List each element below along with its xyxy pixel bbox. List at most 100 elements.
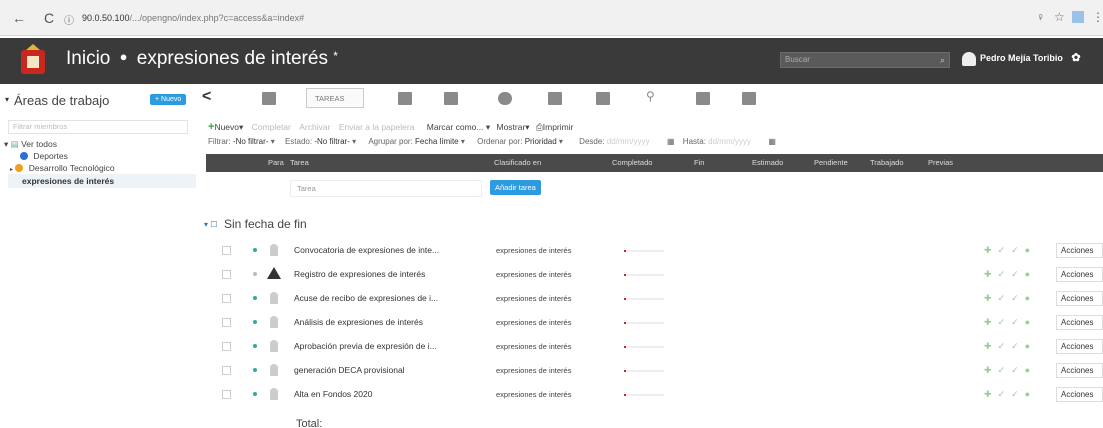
row-quick-actions-icon[interactable]: ✚✓✓● — [984, 245, 1036, 256]
time-tab-icon[interactable] — [498, 92, 512, 105]
group-by-select[interactable]: Fecha límite — [415, 137, 459, 146]
task-name[interactable]: generación DECA provisional — [294, 365, 486, 375]
row-checkbox[interactable] — [222, 294, 231, 303]
new-workspace-button[interactable]: + Nuevo — [150, 94, 187, 105]
row-checkbox[interactable] — [222, 318, 231, 327]
table-row[interactable]: Análisis de expresiones de interés expre… — [206, 312, 1103, 336]
search-input[interactable]: Buscar ⌕ — [780, 52, 950, 68]
column-header[interactable]: Tarea — [290, 158, 309, 167]
task-classified[interactable]: expresiones de interés — [496, 366, 571, 375]
row-actions-button[interactable]: Acciones — [1056, 363, 1103, 378]
new-button[interactable]: Nuevo — [214, 122, 239, 132]
calendar-tab-icon[interactable] — [548, 92, 562, 105]
row-checkbox[interactable] — [222, 270, 231, 279]
row-actions-button[interactable]: Acciones — [1056, 387, 1103, 402]
row-quick-actions-icon[interactable]: ✚✓✓● — [984, 293, 1036, 304]
contacts-tab-icon[interactable] — [444, 92, 458, 105]
menu-icon[interactable]: ⋮ — [1092, 10, 1103, 24]
row-quick-actions-icon[interactable]: ✚✓✓● — [984, 269, 1036, 280]
table-row[interactable]: Alta en Fondos 2020 expresiones de inter… — [206, 384, 1103, 408]
row-checkbox[interactable] — [222, 246, 231, 255]
sidebar-item-deportes[interactable]: Deportes — [20, 151, 68, 161]
sidebar-item-expresiones[interactable]: expresiones de interés — [8, 174, 196, 188]
table-row[interactable]: Convocatoria de expresiones de inte... e… — [206, 240, 1103, 264]
sidebar-item-desarrollo[interactable]: ▸ Desarrollo Tecnológico — [10, 163, 115, 173]
key-icon[interactable]: ♀ — [1036, 10, 1045, 24]
row-actions-button[interactable]: Acciones — [1056, 315, 1103, 330]
column-header[interactable]: Estimado — [752, 158, 783, 167]
collapse-sidebar-icon[interactable]: < — [202, 88, 211, 106]
state-select[interactable]: -No filtrar- — [314, 137, 350, 146]
from-date-input[interactable]: dd/mm/yyyy — [607, 137, 665, 146]
column-header[interactable]: Clasificado en — [494, 158, 541, 167]
mail-tab-icon[interactable] — [742, 92, 756, 105]
table-row[interactable]: Aprobación previa de expresión de i... e… — [206, 336, 1103, 360]
column-header[interactable]: Trabajado — [870, 158, 904, 167]
row-checkbox[interactable] — [222, 342, 231, 351]
row-checkbox[interactable] — [222, 366, 231, 375]
row-quick-actions-icon[interactable]: ✚✓✓● — [984, 341, 1036, 352]
to-date-input[interactable]: dd/mm/yyyy — [708, 137, 766, 146]
trash-button[interactable]: Enviar a la papelera — [339, 122, 415, 132]
search-icon[interactable]: ⌕ — [940, 53, 945, 67]
dashboard-tab-icon[interactable] — [262, 92, 276, 105]
row-actions-button[interactable]: Acciones — [1056, 291, 1103, 306]
expand-icon[interactable]: ▾ — [4, 139, 8, 149]
star-icon[interactable]: ☆ — [1054, 10, 1065, 24]
task-classified[interactable]: expresiones de interés — [496, 318, 571, 327]
info-icon[interactable]: ⓘ — [64, 12, 74, 27]
column-header[interactable]: Completado — [612, 158, 652, 167]
table-row[interactable]: Registro de expresiones de interés expre… — [206, 264, 1103, 288]
sidebar-item-all[interactable]: ▾ ▤ Ver todos — [4, 139, 57, 150]
table-row[interactable]: Acuse de recibo de expresiones de i... e… — [206, 288, 1103, 312]
column-header[interactable]: Fin — [694, 158, 704, 167]
back-icon[interactable]: ← — [12, 10, 26, 26]
archive-button[interactable]: Archivar — [299, 122, 330, 132]
calendar-icon[interactable]: ▦ — [667, 137, 675, 146]
link-tab-icon[interactable]: ⚲ — [646, 89, 660, 103]
print-button[interactable]: Imprimir — [543, 122, 574, 132]
column-header[interactable]: Pendiente — [814, 158, 848, 167]
row-quick-actions-icon[interactable]: ✚✓✓● — [984, 317, 1036, 328]
task-name[interactable]: Acuse de recibo de expresiones de i... — [294, 293, 486, 303]
complete-button[interactable]: Completar — [252, 122, 291, 132]
task-name[interactable]: Registro de expresiones de interés — [294, 269, 486, 279]
table-row[interactable]: generación DECA provisional expresiones … — [206, 360, 1103, 384]
row-quick-actions-icon[interactable]: ✚✓✓● — [984, 389, 1036, 400]
extension-icon[interactable] — [1072, 11, 1084, 23]
task-classified[interactable]: expresiones de interés — [496, 390, 571, 399]
column-header[interactable]: Para — [268, 158, 284, 167]
notes-tab-icon[interactable] — [696, 92, 710, 105]
filter-members-input[interactable]: Filtrar miembros — [8, 120, 188, 134]
row-actions-button[interactable]: Acciones — [1056, 339, 1103, 354]
expand-icon[interactable]: ▸ — [10, 167, 13, 173]
show-button[interactable]: Mostrar — [496, 122, 525, 132]
row-actions-button[interactable]: Acciones — [1056, 243, 1103, 258]
add-task-button[interactable]: Añadir tarea — [490, 180, 541, 195]
group-collapse-icon[interactable]: ▾ ☐ — [204, 220, 217, 229]
user-menu[interactable]: Pedro Mejía Toribio ✿ — [962, 51, 1081, 66]
task-classified[interactable]: expresiones de interés — [496, 294, 571, 303]
filter-select[interactable]: -No filtrar- — [233, 137, 269, 146]
mark-as-button[interactable]: Marcar como... — [427, 122, 484, 132]
task-classified[interactable]: expresiones de interés — [496, 246, 571, 255]
tab-tasks[interactable]: TAREAS — [306, 88, 364, 108]
breadcrumb-home[interactable]: Inicio — [66, 48, 110, 69]
gear-icon[interactable]: ✿ — [1071, 52, 1080, 64]
task-name[interactable]: Aprobación previa de expresión de i... — [294, 341, 486, 351]
new-task-input[interactable]: Tarea — [290, 180, 482, 197]
column-header[interactable]: Previas — [928, 158, 953, 167]
url-bar[interactable]: 90.0.50.100/.../opengno/index.php?c=acce… — [82, 9, 502, 27]
task-name[interactable]: Convocatoria de expresiones de inte... — [294, 245, 486, 255]
reports-tab-icon[interactable] — [596, 92, 610, 105]
task-name[interactable]: Alta en Fondos 2020 — [294, 389, 486, 399]
row-actions-button[interactable]: Acciones — [1056, 267, 1103, 282]
row-quick-actions-icon[interactable]: ✚✓✓● — [984, 365, 1036, 376]
row-checkbox[interactable] — [222, 390, 231, 399]
order-by-select[interactable]: Prioridad — [525, 137, 557, 146]
calendar-icon[interactable]: ▦ — [768, 137, 776, 146]
task-name[interactable]: Análisis de expresiones de interés — [294, 317, 486, 327]
breadcrumb-workspace[interactable]: expresiones de interés — [137, 48, 328, 69]
task-classified[interactable]: expresiones de interés — [496, 342, 571, 351]
reload-icon[interactable]: C — [44, 10, 54, 26]
